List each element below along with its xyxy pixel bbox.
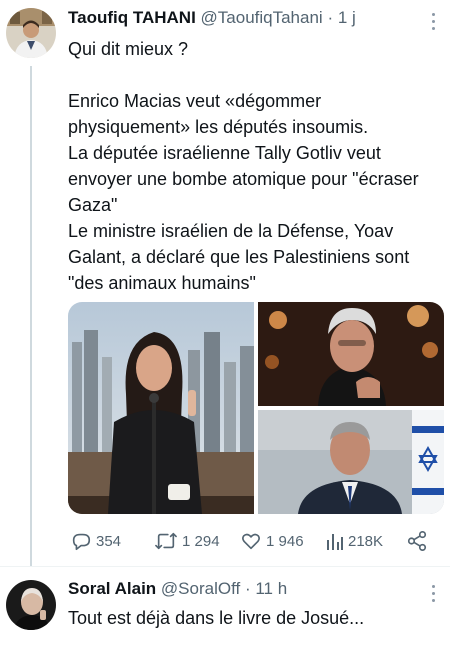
tweet-divider xyxy=(0,566,450,567)
views-bar-chart-icon xyxy=(327,534,343,550)
tv-studio-woman-photo[interactable] xyxy=(68,302,254,514)
tweet-text: Qui dit mieux ? Enrico Macias veut «dégo… xyxy=(68,36,440,296)
share-button[interactable] xyxy=(406,528,428,554)
views-count: 218K xyxy=(348,532,384,550)
reply-more-options-icon[interactable] xyxy=(430,585,436,603)
author-name[interactable]: Taoufiq TAHANI xyxy=(68,8,196,27)
tweet-actions: 354 1 294 1 946 218K xyxy=(68,528,440,554)
reply-time[interactable]: 11 h xyxy=(255,579,287,598)
tweet-header: Taoufiq TAHANI @TaoufiqTahani · 1 j xyxy=(68,8,438,30)
tweet-media[interactable] xyxy=(68,302,444,514)
share-icon xyxy=(407,531,427,551)
reply-header: Soral Alain @SoralOff · 11 h xyxy=(68,579,438,601)
separator-dot: · xyxy=(327,8,334,27)
retweet-icon xyxy=(155,532,177,550)
reply-icon xyxy=(72,533,91,551)
retweet-button[interactable]: 1 294 xyxy=(154,528,220,554)
tweet-text-line-1: Qui dit mieux ? xyxy=(68,39,189,59)
author-handle[interactable]: @TaoufiqTahani xyxy=(201,8,323,27)
thread-line xyxy=(30,66,32,566)
reply-author-handle[interactable]: @SoralOff xyxy=(161,579,240,598)
minister-with-flag-photo[interactable] xyxy=(258,410,444,514)
reply-count: 354 xyxy=(96,532,122,550)
like-count: 1 946 xyxy=(266,532,304,550)
like-button[interactable]: 1 946 xyxy=(240,528,304,554)
reply-author-name[interactable]: Soral Alain xyxy=(68,579,156,598)
views-button[interactable]: 218K xyxy=(326,528,383,554)
reply-button[interactable]: 354 xyxy=(70,528,121,554)
more-options-icon[interactable] xyxy=(430,13,436,31)
tweet-text-line-3: Enrico Macias veut «dégommer physiquemen… xyxy=(68,91,369,137)
tweet-text-line-2 xyxy=(68,62,440,88)
tweet-text-line-5: Le ministre israélien de la Défense, Yoa… xyxy=(68,221,415,293)
tweet-time[interactable]: 1 j xyxy=(338,8,356,27)
retweet-count: 1 294 xyxy=(182,532,220,550)
reply-separator-dot: · xyxy=(244,579,251,598)
tweet-text-line-4: La députée israélienne Tally Gotliv veut… xyxy=(68,143,424,215)
older-man-portrait-photo[interactable] xyxy=(258,302,444,406)
heart-icon xyxy=(242,533,260,550)
author-avatar[interactable] xyxy=(6,8,56,58)
reply-author-avatar[interactable] xyxy=(6,580,56,630)
reply-text: Tout est déjà dans le livre de Josué... xyxy=(68,608,365,628)
